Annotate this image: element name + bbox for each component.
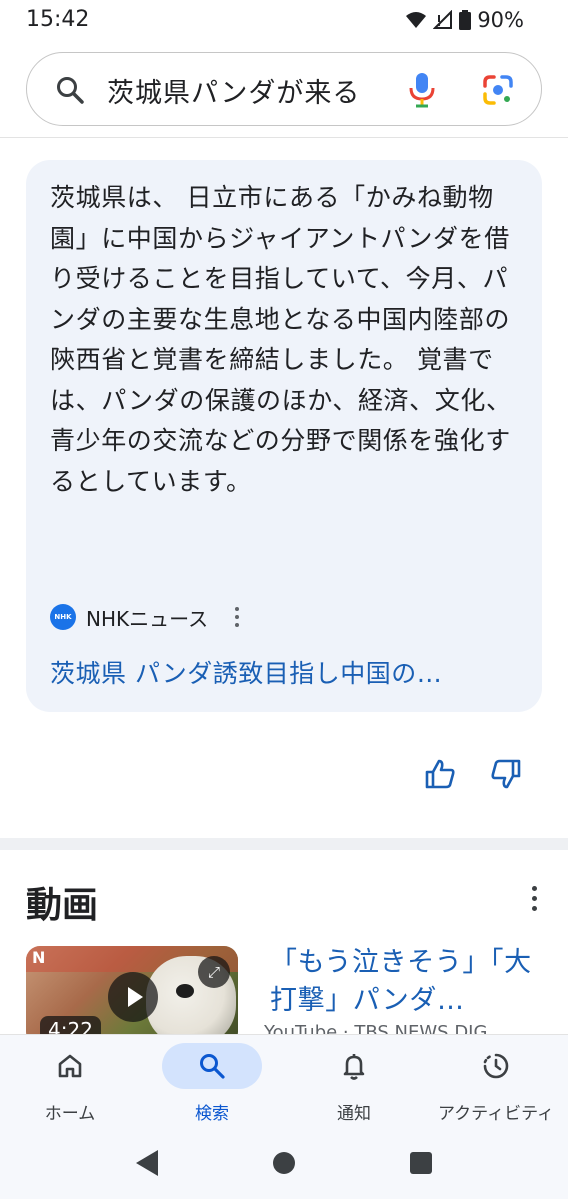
status-time: 15:42	[26, 7, 90, 32]
videos-heading: 動画	[26, 885, 99, 926]
video-title[interactable]: 「もう泣きそう」「大打撃」パンダ…	[270, 944, 540, 1020]
search-header: 茨城県パンダが来る	[0, 40, 568, 138]
search-icon	[200, 1054, 225, 1079]
nav-notifications[interactable]: 通知	[284, 1035, 424, 1135]
battery-icon	[459, 10, 472, 30]
status-bar: 15:42 90%	[0, 0, 568, 40]
panda-eye	[176, 984, 194, 998]
thumbs-up-icon[interactable]	[424, 758, 456, 790]
nav-activity-label: アクティビティ	[437, 1104, 555, 1124]
bottom-nav: ホーム 検索 通知 アクティビティ	[0, 1034, 568, 1134]
battery-percent: 90%	[477, 8, 524, 32]
thumb-badge: N	[32, 948, 46, 967]
ai-overview-text: 茨城県は、 日立市にある「かみね動物園」に中国からジャイアントパンダを借り受ける…	[50, 183, 512, 496]
section-divider	[0, 838, 568, 850]
play-icon[interactable]	[108, 972, 158, 1022]
expand-icon[interactable]: ⤢	[198, 956, 230, 988]
search-icon[interactable]	[55, 75, 85, 105]
lens-icon[interactable]	[482, 74, 514, 106]
videos-more-icon[interactable]	[530, 886, 538, 912]
status-icons: 90%	[405, 8, 524, 32]
bell-icon	[343, 1054, 365, 1080]
wifi-icon	[406, 12, 427, 28]
source-more-icon[interactable]	[234, 606, 240, 628]
back-icon[interactable]	[136, 1150, 158, 1176]
search-input[interactable]: 茨城県パンダが来る	[107, 71, 360, 110]
nav-activity[interactable]: アクティビティ	[426, 1035, 566, 1135]
source-row[interactable]: NHK NHKニュース	[50, 602, 240, 632]
recent-apps-icon[interactable]	[410, 1152, 432, 1174]
nav-home[interactable]: ホーム	[0, 1035, 140, 1135]
nhk-logo: NHK	[50, 604, 76, 630]
home-icon	[58, 1054, 82, 1078]
thumbs-down-icon[interactable]	[490, 758, 522, 790]
search-bar[interactable]: 茨城県パンダが来る	[26, 52, 542, 126]
source-link[interactable]: 茨城県 パンダ誘致目指し中国の…	[50, 654, 442, 690]
activity-icon	[483, 1053, 509, 1079]
ai-overview-card: 茨城県は、 日立市にある「かみね動物園」に中国からジャイアントパンダを借り受ける…	[26, 160, 542, 712]
mic-icon[interactable]	[407, 71, 437, 109]
source-name[interactable]: NHKニュース	[86, 603, 208, 632]
signal-icon	[433, 10, 453, 29]
nav-search-label: 検索	[195, 1104, 229, 1124]
nav-home-label: ホーム	[44, 1104, 96, 1124]
video-thumbnail[interactable]: N ⤢ 4:22	[26, 946, 238, 1046]
nav-search[interactable]: 検索	[142, 1035, 282, 1135]
system-nav-bar	[0, 1134, 568, 1199]
nav-notifications-label: 通知	[337, 1104, 371, 1124]
home-button-icon[interactable]	[273, 1152, 295, 1174]
